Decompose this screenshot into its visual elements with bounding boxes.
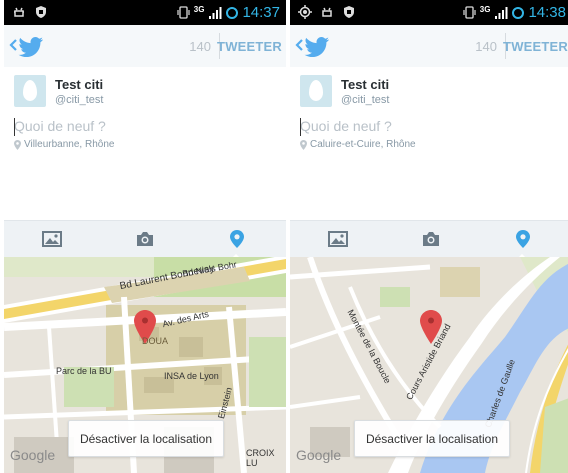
screenshot-pair: 3G 14:37 140 TWEETER Test citi @citi_tes… <box>0 0 568 473</box>
action-bar: 140 TWEETER <box>4 25 286 68</box>
user-handle: @citi_test <box>341 94 390 106</box>
location-line[interactable]: Villeurbanne, Rhône <box>14 139 114 150</box>
avatar <box>14 75 46 107</box>
compose-area: Test citi @citi_test Quoi de neuf ? Vill… <box>4 67 286 220</box>
map-label-doua: DOUA <box>142 336 169 346</box>
char-counter: 140 <box>189 39 211 54</box>
network-type: 3G <box>193 5 205 14</box>
user-handle: @citi_test <box>55 94 104 106</box>
twitter-bird-icon[interactable] <box>18 37 44 57</box>
network-type: 3G <box>479 5 491 14</box>
android-debug-icon <box>322 7 332 17</box>
user-name: Test citi <box>55 77 104 92</box>
clock: 14:37 <box>242 4 280 21</box>
user-name: Test citi <box>341 77 390 92</box>
map-label-parc: Parc de la BU <box>56 366 112 376</box>
phone-screen-left: 3G 14:37 140 TWEETER Test citi @citi_tes… <box>4 0 286 473</box>
location-pin-small-icon <box>14 139 21 150</box>
twitter-bird-icon[interactable] <box>304 37 330 57</box>
status-bar: 3G 14:37 <box>4 0 286 25</box>
camera-icon[interactable] <box>135 230 155 248</box>
phone-screen-right: 3G 14:38 140 TWEETER Test citi @citi_tes… <box>290 0 568 473</box>
location-text: Caluire-et-Cuire, Rhône <box>310 139 416 150</box>
tweet-button[interactable]: TWEETER <box>503 39 568 54</box>
disable-location-button[interactable]: Désactiver la localisation <box>68 420 224 457</box>
camera-icon[interactable] <box>421 230 441 248</box>
text-cursor <box>300 118 301 136</box>
location-line[interactable]: Caluire-et-Cuire, Rhône <box>300 139 416 150</box>
google-logo: Google <box>296 447 342 463</box>
location-pin-icon[interactable] <box>516 230 530 248</box>
android-debug-icon <box>14 7 24 17</box>
shield-icon <box>36 6 46 18</box>
action-bar: 140 TWEETER <box>290 25 568 68</box>
location-pin-icon[interactable] <box>230 230 244 248</box>
tweet-input[interactable]: Quoi de neuf ? <box>300 118 392 134</box>
char-counter: 140 <box>475 39 497 54</box>
map-label-croix: CROIX LU <box>246 448 275 468</box>
signal-icon <box>209 6 222 19</box>
location-pin-small-icon <box>300 139 307 150</box>
location-text: Villeurbanne, Rhône <box>24 139 115 150</box>
egg-avatar-icon <box>309 80 323 101</box>
compose-area: Test citi @citi_test Quoi de neuf ? Calu… <box>290 67 568 220</box>
avatar <box>300 75 332 107</box>
media-toolbar <box>290 220 568 258</box>
media-toolbar <box>4 220 286 258</box>
tweet-button[interactable]: TWEETER <box>217 39 282 54</box>
photo-icon[interactable] <box>42 230 62 248</box>
photo-icon[interactable] <box>328 230 348 248</box>
text-cursor <box>14 118 15 136</box>
egg-avatar-icon <box>23 80 37 101</box>
gps-icon <box>298 5 312 19</box>
disable-location-button[interactable]: Désactiver la localisation <box>354 420 510 457</box>
tweet-input[interactable]: Quoi de neuf ? <box>14 118 106 134</box>
alarm-ring-icon <box>512 6 525 19</box>
shield-icon <box>344 6 354 18</box>
alarm-ring-icon <box>226 6 239 19</box>
signal-icon <box>495 6 508 19</box>
clock: 14:38 <box>528 4 566 21</box>
status-bar: 3G 14:38 <box>290 0 568 25</box>
vibrate-icon <box>177 6 190 19</box>
vibrate-icon <box>463 6 476 19</box>
google-logo: Google <box>10 447 56 463</box>
map-label-insa: INSA de Lyon <box>164 371 219 381</box>
